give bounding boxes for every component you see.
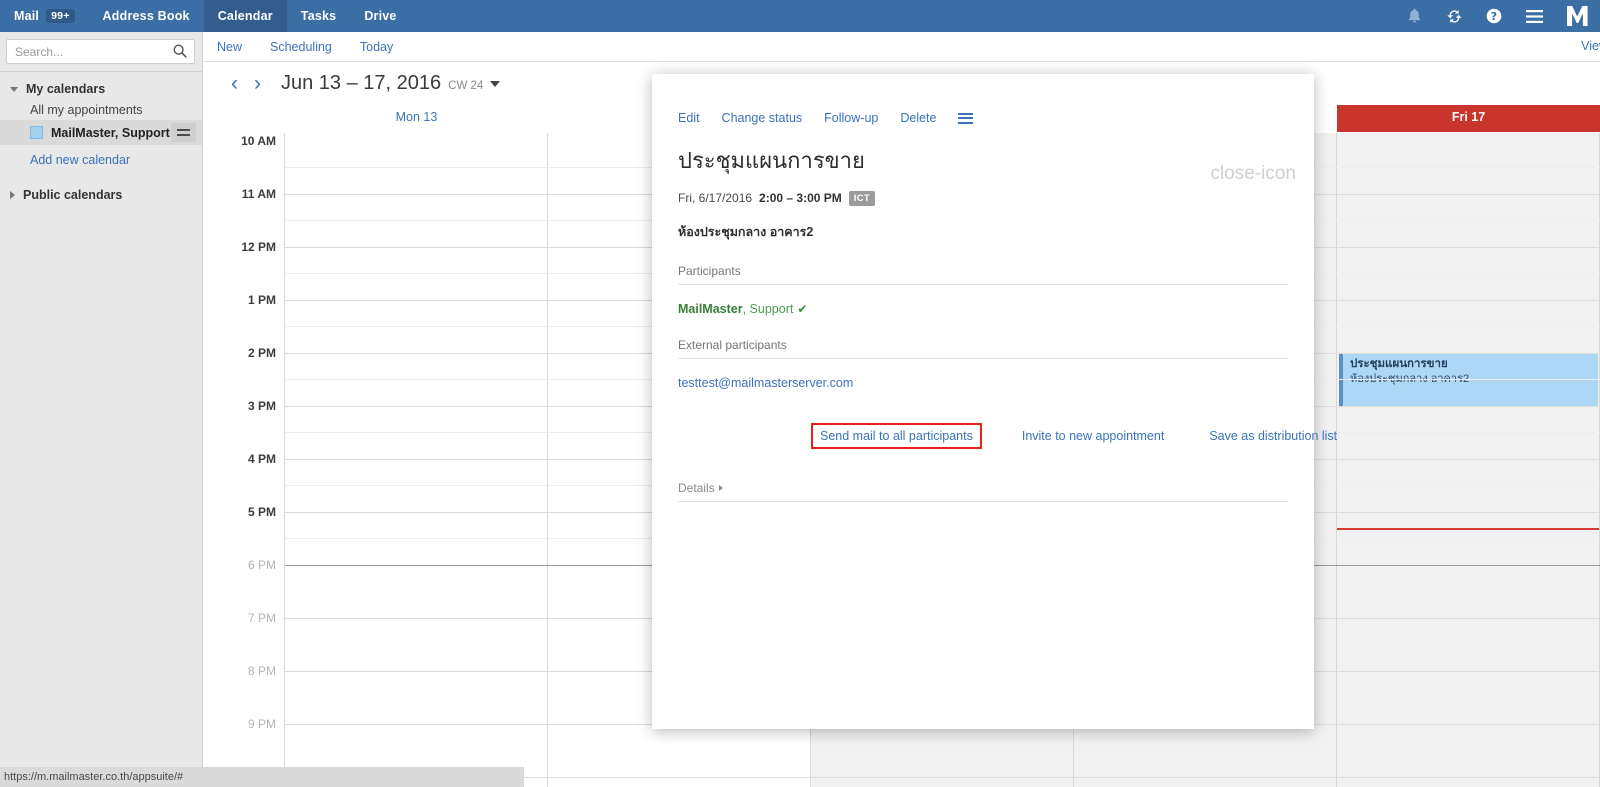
modal-action-bar: Edit Change status Follow-up Delete	[678, 74, 1288, 125]
chevron-right-icon	[718, 485, 723, 492]
status-bar: https://m.mailmaster.co.th/appsuite/#	[0, 767, 524, 787]
status-bar-url: https://m.mailmaster.co.th/appsuite/#	[4, 771, 184, 783]
appointment-when: Fri, 6/17/2016 2:00 – 3:00 PM ICT	[678, 190, 1288, 206]
external-participant-email[interactable]: testtest@mailmasterserver.com	[678, 376, 1288, 390]
appointment-detail-modal: close-icon Edit Change status Follow-up …	[652, 74, 1337, 729]
send-mail-to-all-participants-link[interactable]: Send mail to all participants	[811, 422, 982, 449]
appointment-time: 2:00 – 3:00 PM	[759, 191, 842, 205]
edit-button[interactable]: Edit	[678, 111, 700, 125]
more-actions-hamburger-icon[interactable]	[958, 112, 974, 124]
appointment-location: ห้องประชุมกลาง อาคาร2	[678, 224, 814, 239]
timezone-badge: ICT	[848, 190, 875, 206]
save-as-distribution-list-link[interactable]: Save as distribution list	[1209, 429, 1337, 443]
participant-name: MailMaster	[678, 301, 743, 316]
participants-divider	[678, 283, 1288, 285]
details-label: Details	[678, 480, 715, 495]
external-participants-divider	[678, 357, 1288, 359]
participant-row[interactable]: MailMaster, Support ✔	[678, 302, 1288, 316]
close-icon[interactable]: close-icon	[1210, 164, 1296, 183]
participant-suffix: , Support	[742, 301, 794, 316]
participant-action-links: Send mail to all participants Invite to …	[678, 422, 1337, 449]
invite-to-new-appointment-link[interactable]: Invite to new appointment	[1022, 429, 1164, 443]
follow-up-button[interactable]: Follow-up	[824, 111, 878, 125]
details-toggle[interactable]: Details	[678, 481, 1288, 495]
check-icon: ✔	[797, 301, 808, 316]
participants-section-label: Participants	[678, 263, 741, 278]
details-divider	[678, 500, 1288, 502]
external-participants-section-label: External participants	[678, 337, 787, 352]
appointment-title: ประชุมแผนการขาย	[678, 148, 865, 173]
change-status-button[interactable]: Change status	[722, 111, 803, 125]
delete-button[interactable]: Delete	[900, 111, 936, 125]
appointment-date: Fri, 6/17/2016	[678, 191, 753, 205]
